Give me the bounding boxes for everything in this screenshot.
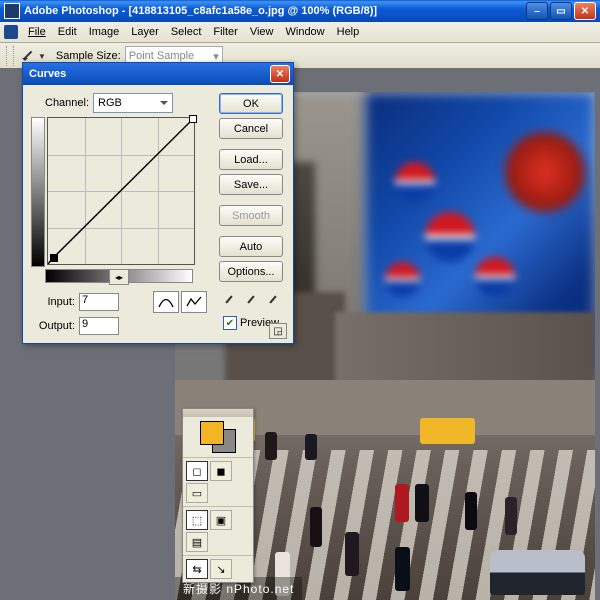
- screen-mode-icon[interactable]: ⬚: [186, 510, 208, 530]
- black-point-eyedropper-icon[interactable]: [220, 294, 238, 310]
- jump-to-icon[interactable]: ⇆: [186, 559, 208, 579]
- channel-select[interactable]: RGB: [93, 93, 173, 113]
- mask-mode-icon[interactable]: ◻: [186, 461, 208, 481]
- auto-button[interactable]: Auto: [219, 236, 283, 257]
- dialog-titlebar[interactable]: Curves ✕: [23, 63, 293, 85]
- jump-to2-icon[interactable]: ↘: [210, 559, 232, 579]
- dialog-close-button[interactable]: ✕: [270, 65, 290, 83]
- menu-file[interactable]: File: [22, 24, 52, 40]
- menu-edit[interactable]: Edit: [52, 24, 83, 40]
- options-button[interactable]: Options...: [219, 261, 283, 282]
- sampler-group: [218, 294, 284, 310]
- screen-mode3-icon[interactable]: ▤: [186, 532, 208, 552]
- menu-image[interactable]: Image: [83, 24, 126, 40]
- channel-label: Channel:: [45, 97, 89, 109]
- white-point-eyedropper-icon[interactable]: [264, 294, 282, 310]
- minimize-button[interactable]: –: [526, 2, 548, 20]
- titlebar: Adobe Photoshop - [418813105_c8afc1a58e_…: [0, 0, 600, 22]
- ps-menu-icon[interactable]: [4, 25, 18, 39]
- output-label: Output:: [31, 320, 75, 332]
- cancel-button[interactable]: Cancel: [219, 118, 283, 139]
- load-button[interactable]: Load...: [219, 149, 283, 170]
- sample-size-label: Sample Size:: [56, 50, 121, 62]
- mask-mode3-icon[interactable]: ▭: [186, 483, 208, 503]
- menubar: File Edit Image Layer Select Filter View…: [0, 22, 600, 43]
- mask-mode2-icon[interactable]: ◼: [210, 461, 232, 481]
- app-icon: [4, 3, 20, 19]
- menu-help[interactable]: Help: [331, 24, 366, 40]
- gradient-toggle-button[interactable]: ◂▸: [109, 269, 129, 285]
- curve-tool-icon[interactable]: [153, 291, 179, 313]
- curves-grid[interactable]: [47, 117, 195, 265]
- window-title: Adobe Photoshop - [418813105_c8afc1a58e_…: [24, 5, 377, 17]
- maximize-button[interactable]: ▭: [550, 2, 572, 20]
- smooth-button: Smooth: [219, 205, 283, 226]
- input-field[interactable]: 7: [79, 293, 119, 311]
- panel-header[interactable]: [183, 409, 253, 417]
- menu-select[interactable]: Select: [165, 24, 208, 40]
- close-button[interactable]: ✕: [574, 2, 596, 20]
- preview-checkbox[interactable]: ✔: [223, 316, 237, 330]
- screen-mode2-icon[interactable]: ▣: [210, 510, 232, 530]
- output-gradient: [31, 117, 45, 267]
- grip-icon[interactable]: [6, 46, 14, 66]
- tool-preset-arrow-icon[interactable]: ▼: [38, 52, 46, 61]
- input-label: Input:: [31, 296, 75, 308]
- layer-comps-panel[interactable]: ◻ ◼ ▭ ⬚ ▣ ▤ ⇆ ↘: [182, 408, 254, 583]
- pencil-tool-icon[interactable]: [181, 291, 207, 313]
- curve-handle-highlight[interactable]: [189, 115, 197, 123]
- menu-filter[interactable]: Filter: [207, 24, 243, 40]
- ok-button[interactable]: OK: [219, 93, 283, 114]
- expand-dialog-icon[interactable]: ◲: [269, 323, 287, 339]
- curve-handle-shadow[interactable]: [50, 254, 58, 262]
- window-buttons: – ▭ ✕: [524, 2, 596, 20]
- menu-layer[interactable]: Layer: [125, 24, 165, 40]
- save-button[interactable]: Save...: [219, 174, 283, 195]
- foreground-swatch[interactable]: [200, 421, 224, 445]
- gray-point-eyedropper-icon[interactable]: [242, 294, 260, 310]
- input-gradient: ◂▸: [45, 269, 193, 283]
- menu-view[interactable]: View: [244, 24, 280, 40]
- output-field[interactable]: 9: [79, 317, 119, 335]
- curves-dialog: Curves ✕ Channel: RGB: [22, 62, 294, 344]
- menu-window[interactable]: Window: [280, 24, 331, 40]
